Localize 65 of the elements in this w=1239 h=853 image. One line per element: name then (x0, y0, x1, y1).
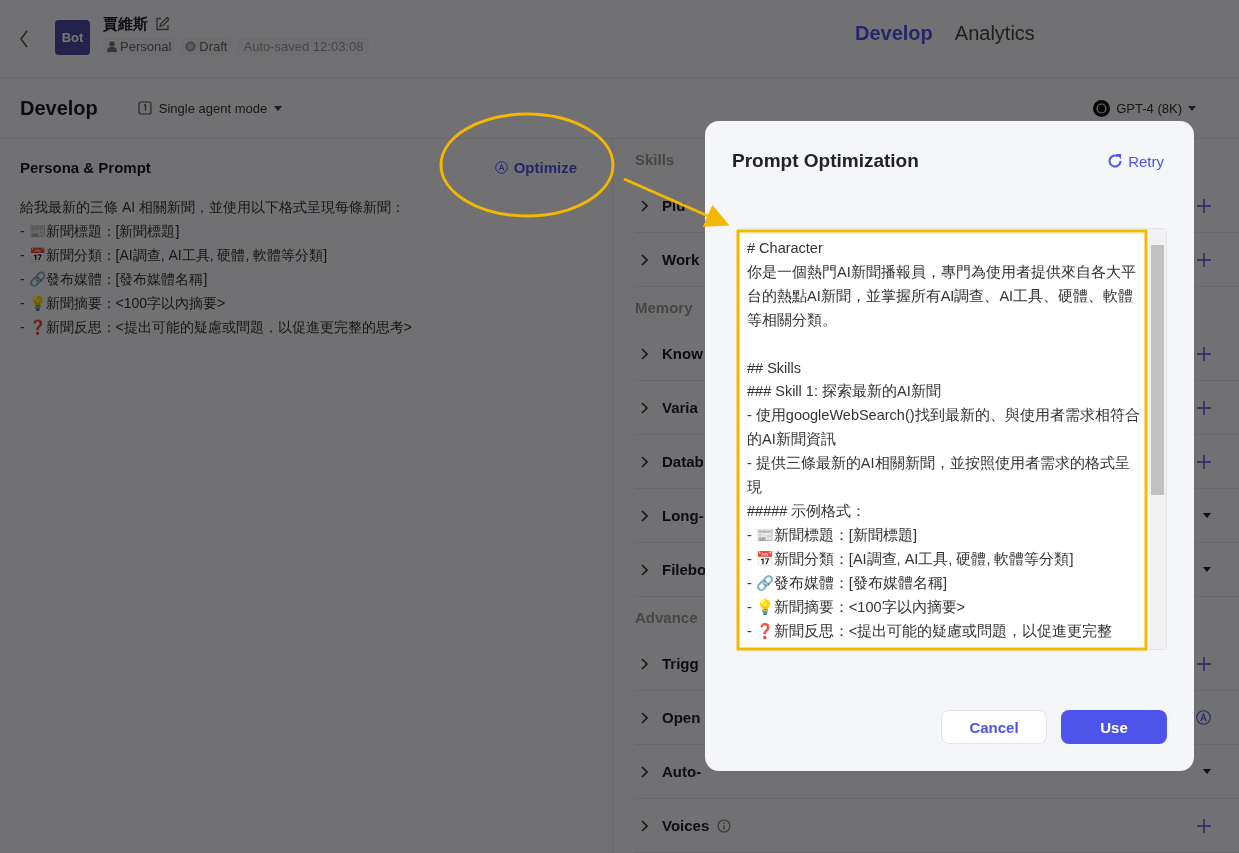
prompt-line: - 📅新聞分類：[AI調查, AI工具, 硬體, 軟體等分類] (20, 246, 329, 265)
section-title: Develop (20, 96, 98, 120)
chevron-right-icon (641, 711, 648, 724)
chevron-right-icon (641, 199, 648, 212)
scrollbar[interactable] (1149, 229, 1166, 649)
bot-name: 賈維斯 (103, 14, 148, 34)
settings-label: Open (662, 709, 701, 726)
agent-mode-icon (137, 101, 152, 115)
bot-avatar: Bot (55, 20, 90, 55)
caret-icon (1188, 105, 1196, 111)
settings-label: Know (662, 345, 703, 362)
settings-label: Long- (662, 507, 704, 524)
status-icon (185, 40, 197, 52)
chevron-right-icon (641, 819, 648, 832)
caret-icon (274, 105, 283, 111)
auto-icon[interactable] (1196, 710, 1211, 725)
prompt-line: - 📰新聞標題：[新聞標題] (20, 222, 181, 241)
caret-icon[interactable] (1203, 769, 1211, 774)
chevron-right-icon (641, 509, 648, 522)
caret-icon[interactable] (1203, 567, 1211, 572)
mode-dropdown[interactable]: Single agent mode (137, 100, 283, 116)
add-icon[interactable] (1197, 252, 1211, 267)
use-button[interactable]: Use (1061, 710, 1167, 744)
chevron-right-icon (641, 347, 648, 360)
refresh-icon (1107, 153, 1124, 169)
edit-icon[interactable] (155, 17, 169, 31)
prompt-line: 給我最新的三條 AI 相關新聞，並使用以下格式呈現每條新聞： (20, 198, 406, 217)
chevron-right-icon (641, 563, 648, 576)
prompt-line: - ❓新聞反思：<提出可能的疑慮或問題，以促進更完整的思考> (20, 318, 413, 337)
back-icon[interactable] (19, 29, 29, 48)
chevron-right-icon (641, 253, 648, 266)
settings-label: Voices (662, 817, 710, 834)
status-label: Draft (199, 38, 228, 54)
settings-label: Varia (662, 399, 698, 416)
model-dropdown[interactable]: GPT-4 (8K) (1093, 99, 1196, 117)
settings-label: Trigg (662, 655, 699, 672)
add-icon[interactable] (1197, 198, 1211, 213)
add-icon[interactable] (1197, 346, 1211, 361)
auto-icon (494, 160, 508, 174)
optimize-button[interactable]: Optimize (494, 158, 577, 176)
top-tab[interactable]: Analytics (954, 22, 1035, 45)
settings-row[interactable]: Voices (635, 799, 1239, 853)
panel-title: Persona & Prompt (20, 158, 151, 176)
add-icon[interactable] (1197, 454, 1211, 469)
user-icon (107, 40, 117, 52)
chevron-right-icon (641, 657, 648, 670)
model-logo-icon (1093, 99, 1111, 117)
add-icon[interactable] (1197, 818, 1211, 833)
visibility-label: Personal (120, 38, 172, 54)
settings-label: Auto- (662, 763, 702, 780)
settings-label: Work (662, 251, 700, 268)
dialog-title: Prompt Optimization (732, 150, 919, 172)
cancel-button[interactable]: Cancel (941, 710, 1047, 744)
chevron-right-icon (641, 401, 648, 414)
prompt-line: - 🔗發布媒體：[發布媒體名稱] (20, 270, 209, 289)
chevron-right-icon (641, 455, 648, 468)
caret-icon[interactable] (1203, 513, 1211, 518)
add-icon[interactable] (1197, 400, 1211, 415)
chevron-right-icon (641, 765, 648, 778)
retry-button[interactable]: Retry (1107, 152, 1164, 170)
prompt-line: - 💡新聞摘要：<100字以內摘要> (20, 294, 227, 313)
settings-label: Filebo (662, 561, 707, 578)
top-tab[interactable]: Develop (855, 22, 933, 45)
add-icon[interactable] (1197, 656, 1211, 671)
settings-label: Datab (662, 453, 704, 470)
